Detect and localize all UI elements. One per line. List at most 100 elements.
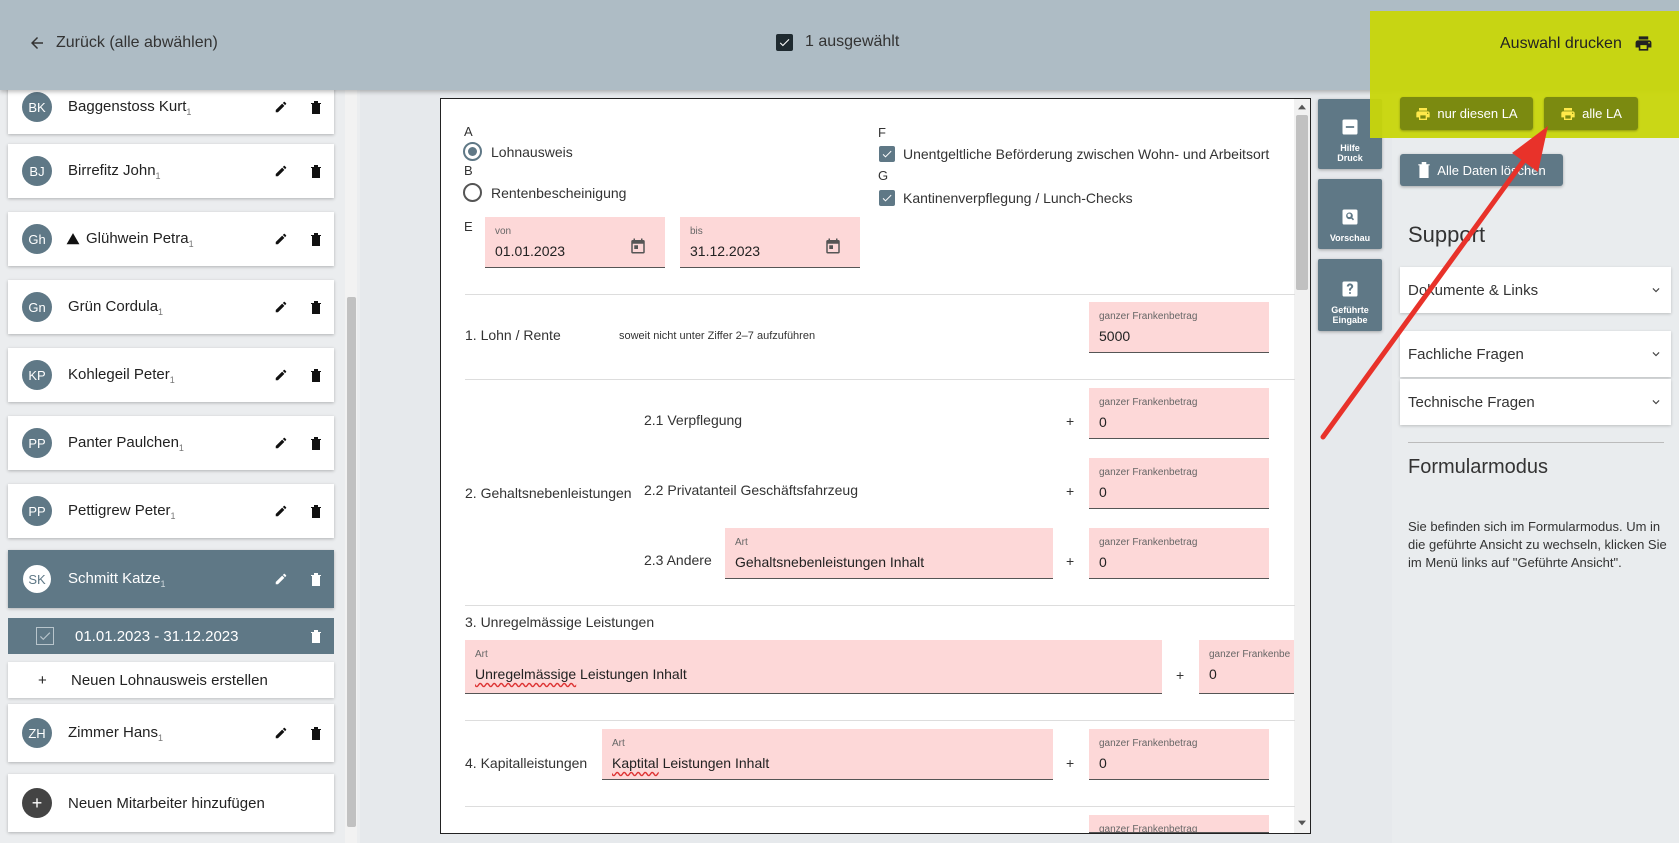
selected-checkbox[interactable] bbox=[776, 33, 793, 51]
add-employee-button[interactable]: + Neuen Mitarbeiter hinzufügen bbox=[8, 774, 334, 832]
employee-item-gruen[interactable]: Gn Grün Cordula1 bbox=[8, 280, 334, 334]
delete-all-data-button[interactable]: Alle Daten löschen bbox=[1400, 154, 1563, 186]
g-checkbox[interactable] bbox=[879, 190, 895, 206]
employee-name: Birrefitz John1 bbox=[68, 161, 161, 181]
edit-icon[interactable] bbox=[274, 572, 288, 586]
form-scroll-thumb[interactable] bbox=[1296, 115, 1308, 290]
f-checkbox[interactable] bbox=[879, 146, 895, 162]
avatar: Gh bbox=[22, 224, 52, 254]
amount-value: 0 bbox=[1099, 484, 1107, 500]
edit-icon[interactable] bbox=[274, 232, 288, 246]
employee-list-scroll-thumb[interactable] bbox=[347, 297, 356, 827]
delete-icon[interactable] bbox=[310, 504, 322, 518]
art-value: Kaptital Leistungen Inhalt bbox=[612, 755, 770, 771]
plus-sign: + bbox=[1066, 413, 1075, 429]
check-icon bbox=[779, 38, 790, 46]
edit-icon[interactable] bbox=[274, 100, 288, 114]
row21-amount-field[interactable]: ganzer Frankenbetrag 0 bbox=[1089, 388, 1269, 439]
employee-item-zimmer[interactable]: ZH Zimmer Hans1 bbox=[8, 704, 334, 762]
delete-icon[interactable] bbox=[310, 572, 322, 586]
row1-label: 1. Lohn / Rente bbox=[465, 327, 561, 343]
scroll-up-icon[interactable] bbox=[1298, 104, 1306, 110]
print-all-la-button[interactable]: alle LA bbox=[1544, 97, 1638, 130]
delete-icon[interactable] bbox=[310, 726, 322, 740]
employee-item-schmitt[interactable]: SK Schmitt Katze1 bbox=[8, 550, 334, 608]
employee-name: Panter Paulchen1 bbox=[68, 433, 184, 453]
warning-icon bbox=[66, 233, 80, 245]
edit-icon[interactable] bbox=[274, 436, 288, 450]
arrow-left-icon bbox=[31, 37, 43, 49]
employee-item-birrefitz[interactable]: BJ Birrefitz John1 bbox=[8, 144, 334, 198]
back-button[interactable]: Zurück (alle abwählen) bbox=[28, 34, 218, 52]
row1-amount-field[interactable]: ganzer Frankenbetrag 5000 bbox=[1089, 302, 1269, 353]
amount-caption: ganzer Frankenbetrag bbox=[1099, 824, 1198, 833]
row3-amount-field[interactable]: ganzer Frankenbe 0 bbox=[1199, 640, 1294, 694]
row5-amount-field[interactable]: ganzer Frankenbetrag bbox=[1089, 815, 1269, 833]
selected-period-row[interactable]: 01.01.2023 - 31.12.2023 bbox=[8, 618, 334, 654]
delete-icon[interactable] bbox=[310, 300, 322, 314]
employee-item-pettigrew[interactable]: PP Pettigrew Peter1 bbox=[8, 484, 334, 538]
print-only-this-la-button[interactable]: nur diesen LA bbox=[1400, 97, 1533, 130]
employee-name: Zimmer Hans1 bbox=[68, 723, 164, 743]
delete-icon[interactable] bbox=[310, 368, 322, 382]
edit-icon[interactable] bbox=[274, 300, 288, 314]
gefuehrte-eingabe-button[interactable]: Geführte Eingabe bbox=[1318, 259, 1382, 331]
accordion-technische-fragen[interactable]: Technische Fragen bbox=[1400, 379, 1671, 425]
row4-amount-field[interactable]: ganzer Frankenbetrag 0 bbox=[1089, 729, 1269, 780]
avatar: BJ bbox=[22, 156, 52, 186]
row4-art-field[interactable]: Art Kaptital Leistungen Inhalt bbox=[602, 729, 1053, 780]
accordion-label: Fachliche Fragen bbox=[1408, 345, 1524, 363]
tool-label: Eingabe bbox=[1332, 315, 1368, 325]
von-date-field[interactable]: von 01.01.2023 bbox=[485, 217, 665, 268]
add-employee-label: Neuen Mitarbeiter hinzufügen bbox=[68, 794, 265, 812]
rentenbescheinigung-radio[interactable] bbox=[463, 183, 482, 202]
amount-caption: ganzer Frankenbe bbox=[1209, 649, 1291, 660]
preview-icon bbox=[1342, 209, 1358, 225]
row3-label: 3. Unregelmässige Leistungen bbox=[465, 614, 655, 630]
edit-icon[interactable] bbox=[274, 726, 288, 740]
delete-icon[interactable] bbox=[310, 232, 322, 246]
employee-item-panter[interactable]: PP Panter Paulchen1 bbox=[8, 416, 334, 470]
new-lohnausweis-button[interactable]: + Neuen Lohnausweis erstellen bbox=[8, 662, 334, 698]
edit-icon[interactable] bbox=[274, 504, 288, 518]
delete-icon[interactable] bbox=[310, 436, 322, 450]
vorschau-button[interactable]: Vorschau bbox=[1318, 179, 1382, 249]
row23-art-field[interactable]: Art Gehaltsnebenleistungen Inhalt bbox=[725, 528, 1053, 579]
accordion-fachliche-fragen[interactable]: Fachliche Fragen bbox=[1400, 331, 1671, 377]
employee-name: Baggenstoss Kurt1 bbox=[68, 97, 192, 117]
avatar: SK bbox=[22, 564, 52, 594]
new-lohnausweis-label: Neuen Lohnausweis erstellen bbox=[71, 671, 268, 689]
von-value: 01.01.2023 bbox=[495, 243, 566, 259]
accordion-dokumente-links[interactable]: Dokumente & Links bbox=[1400, 267, 1671, 313]
form-divider bbox=[465, 720, 1295, 721]
amount-value: 0 bbox=[1099, 554, 1107, 570]
row23-amount-field[interactable]: ganzer Frankenbetrag 0 bbox=[1089, 528, 1269, 579]
employee-item-kohlegeil[interactable]: KP Kohlegeil Peter1 bbox=[8, 348, 334, 402]
calendar-icon[interactable] bbox=[629, 237, 647, 255]
calendar-icon[interactable] bbox=[824, 237, 842, 255]
employee-item-gluehwein[interactable]: Gh Glühwein Petra1 bbox=[8, 212, 334, 266]
delete-icon[interactable] bbox=[310, 164, 322, 178]
selection-count-label: 1 ausgewählt bbox=[805, 33, 900, 50]
delete-icon[interactable] bbox=[310, 100, 322, 114]
avatar: PP bbox=[22, 496, 52, 526]
print-selection-button[interactable]: Auswahl drucken bbox=[1500, 34, 1653, 53]
printer-icon bbox=[1561, 107, 1575, 120]
lohnausweis-radio[interactable] bbox=[463, 142, 482, 161]
bis-date-field[interactable]: bis 31.12.2023 bbox=[680, 217, 860, 268]
selection-count: 1 ausgewählt bbox=[776, 33, 899, 51]
row22-amount-field[interactable]: ganzer Frankenbetrag 0 bbox=[1089, 458, 1269, 509]
row3-art-field[interactable]: Art Unregelmässige Leistungen Inhalt bbox=[465, 640, 1162, 694]
section-b-letter: B bbox=[464, 163, 473, 178]
panel-divider bbox=[1408, 442, 1664, 443]
delete-icon[interactable] bbox=[310, 629, 322, 643]
amount-value: 5000 bbox=[1099, 328, 1131, 344]
edit-icon[interactable] bbox=[274, 368, 288, 382]
minus-box-icon bbox=[1342, 119, 1358, 135]
scroll-down-icon[interactable] bbox=[1298, 820, 1306, 826]
employee-name: Schmitt Katze1 bbox=[68, 569, 166, 589]
section-e-letter: E bbox=[464, 219, 473, 234]
accordion-label: Dokumente & Links bbox=[1408, 281, 1539, 299]
period-checkbox[interactable] bbox=[36, 627, 54, 645]
edit-icon[interactable] bbox=[274, 164, 288, 178]
